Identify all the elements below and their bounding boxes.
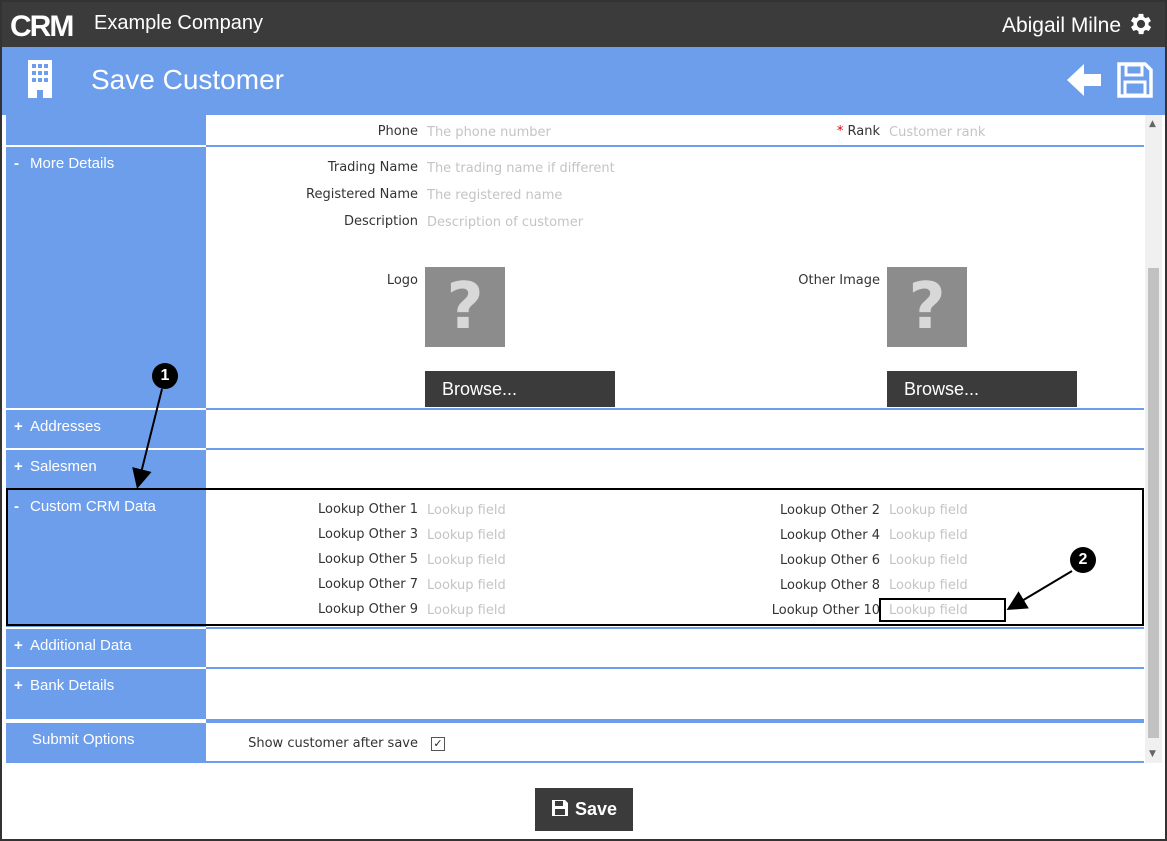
phone-input[interactable] [427,125,627,140]
save-disk-icon [551,800,568,816]
divider [206,761,1144,763]
logo-label: Logo [386,273,418,288]
trading-name-input[interactable] [427,161,727,176]
divider [206,627,1144,629]
user-name[interactable]: Abigail Milne [1002,14,1121,38]
section-more-details[interactable]: - More Details [14,155,114,172]
section-label: Addresses [30,418,101,435]
rank-label-text: Rank [847,124,880,139]
top-bar: CRM Example Company Abigail Milne [2,2,1165,47]
scrollbar-thumb[interactable] [1148,268,1159,738]
divider [206,667,1144,669]
description-input[interactable] [427,215,727,230]
divider [206,408,1144,410]
save-button[interactable]: Save [535,788,633,831]
expand-toggle: + [14,637,23,654]
save-disk-icon[interactable] [1116,61,1154,99]
section-submit-options: Submit Options [32,731,135,748]
other-image-placeholder: ? [887,267,967,347]
section-label: Additional Data [30,637,132,654]
callout-1: 1 [152,363,178,389]
other-image-browse-button[interactable]: Browse... [887,371,1077,407]
vertical-scrollbar[interactable]: ▲ ▼ [1145,115,1162,763]
section-sidebar [6,115,206,763]
rank-label: * Rank [837,124,880,139]
divider [206,719,1144,723]
title-bar: Save Customer [2,47,1165,115]
section-salesmen[interactable]: + Salesmen [14,458,97,475]
registered-name-input[interactable] [427,188,727,203]
divider [206,448,1144,450]
registered-name-label: Registered Name [306,187,418,202]
company-name: Example Company [94,12,263,34]
form-scroll-area[interactable]: Phone * Rank -More Details Trading Name … [6,115,1144,763]
crm-logo: CRM [10,11,74,39]
sidebar-divider [6,719,206,723]
expand-toggle: + [14,458,23,475]
lookup-10-highlight-box [879,598,1006,622]
divider [206,145,1144,147]
sidebar-divider [6,448,206,450]
section-addresses[interactable]: + Addresses [14,418,101,435]
rank-input[interactable] [889,125,1089,140]
back-arrow-icon[interactable] [1065,61,1103,99]
scroll-up-arrow-icon[interactable]: ▲ [1149,119,1156,129]
gear-icon[interactable] [1127,10,1155,38]
phone-label: Phone [377,124,418,139]
logo-placeholder-image: ? [425,267,505,347]
description-label: Description [343,214,418,229]
sidebar-divider [6,145,206,147]
scroll-down-arrow-icon[interactable]: ▼ [1149,749,1156,759]
section-label: More Details [30,155,115,172]
svg-text:CRM: CRM [10,11,72,39]
sidebar-divider [6,627,206,629]
show-after-save-checkbox[interactable]: ✓ [431,737,445,751]
expand-toggle: + [14,677,23,694]
section-additional-data[interactable]: + Additional Data [14,637,132,654]
required-marker: * [836,124,844,139]
collapse-toggle: - [14,155,19,172]
app-window: CRM Example Company Abigail Milne Save C… [0,0,1167,841]
sidebar-divider [6,408,206,410]
expand-toggle: + [14,418,23,435]
save-button-label: Save [574,799,618,819]
sidebar-divider [6,667,206,669]
building-icon [28,60,52,98]
section-label: Salesmen [30,458,97,475]
show-after-save-label: Show customer after save [248,736,418,751]
other-image-label: Other Image [798,273,880,288]
page-title: Save Customer [91,64,284,95]
callout-2: 2 [1070,547,1096,573]
logo-browse-button[interactable]: Browse... [425,371,615,407]
section-label: Bank Details [30,677,115,694]
trading-name-label: Trading Name [327,160,418,175]
section-bank-details[interactable]: + Bank Details [14,677,114,694]
